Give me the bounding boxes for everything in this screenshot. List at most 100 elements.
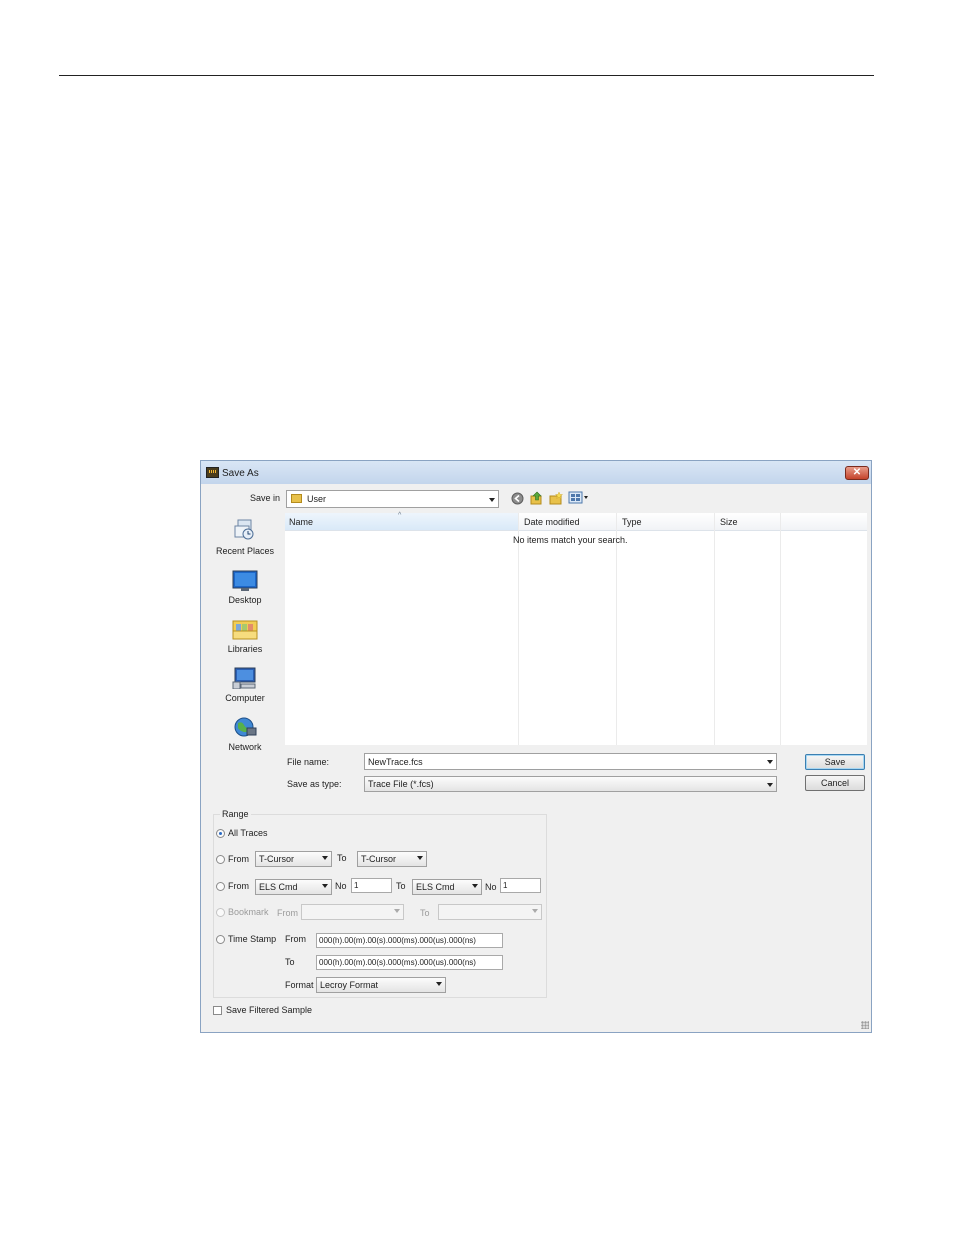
column-divider (780, 513, 781, 745)
els-to-value: ELS Cmd (416, 882, 455, 892)
back-icon[interactable] (511, 492, 524, 505)
place-label: Libraries (227, 644, 263, 654)
timestamp-to-label: To (285, 957, 295, 967)
place-label: Recent Places (215, 546, 275, 556)
title-bar[interactable]: Save As ✕ (201, 461, 871, 484)
els-range-radio[interactable] (216, 882, 225, 891)
place-desktop[interactable]: Desktop (206, 569, 284, 609)
save-filtered-checkbox[interactable] (213, 1006, 222, 1015)
els-from-select[interactable]: ELS Cmd (255, 879, 332, 895)
recent-places-icon (234, 519, 254, 540)
els-from-no-label: No (335, 881, 347, 891)
network-icon (234, 717, 257, 737)
place-computer[interactable]: Computer (206, 667, 284, 707)
bookmark-to-label: To (420, 908, 430, 918)
file-name-input[interactable]: NewTrace.fcs (364, 753, 777, 770)
format-select[interactable]: Lecroy Format (316, 977, 446, 993)
column-divider (616, 513, 617, 745)
dialog-title: Save As (222, 468, 259, 479)
place-label: Desktop (228, 595, 262, 605)
save-button[interactable]: Save (805, 754, 865, 770)
bookmark-label: Bookmark (228, 907, 269, 917)
column-header-type[interactable]: Type (622, 517, 642, 527)
els-from-no-input[interactable]: 1 (351, 878, 392, 893)
chevron-down-icon (472, 884, 478, 888)
els-to-no-value: 1 (503, 881, 508, 890)
save-in-combo[interactable]: User (286, 490, 499, 508)
els-from-label: From (228, 881, 249, 891)
column-header-name[interactable]: Name (289, 517, 313, 527)
new-folder-icon[interactable] (549, 491, 563, 505)
cursor-to-value: T-Cursor (361, 854, 397, 864)
resize-grip[interactable] (861, 1021, 869, 1029)
all-traces-label: All Traces (228, 828, 268, 838)
chevron-down-icon (394, 909, 400, 913)
timestamp-from-input[interactable]: 000(h).00(m).00(s).000(ms).000(us).000(n… (316, 933, 503, 948)
sort-up-icon: ^ (398, 512, 402, 519)
save-as-type-select[interactable]: Trace File (*.fcs) (364, 776, 777, 792)
timestamp-radio[interactable] (216, 935, 225, 944)
bookmark-radio[interactable] (216, 908, 225, 917)
chevron-down-icon (532, 909, 538, 913)
chevron-down-icon (436, 982, 442, 986)
empty-message: No items match your search. (513, 535, 628, 545)
column-header-size[interactable]: Size (720, 517, 738, 527)
timestamp-to-value: 000(h).00(m).00(s).000(ms).000(us).000(n… (319, 958, 476, 967)
save-as-type-value: Trace File (*.fcs) (368, 779, 434, 789)
place-network[interactable]: Network (206, 716, 284, 756)
timestamp-label: Time Stamp (228, 934, 277, 944)
app-icon (206, 467, 219, 478)
els-from-value: ELS Cmd (259, 882, 298, 892)
column-divider (518, 513, 519, 745)
column-header-date-modified[interactable]: Date modified (524, 517, 580, 527)
timestamp-to-input[interactable]: 000(h).00(m).00(s).000(ms).000(us).000(n… (316, 955, 503, 970)
timestamp-from-value: 000(h).00(m).00(s).000(ms).000(us).000(n… (319, 936, 476, 945)
name-column-highlight (285, 513, 519, 530)
els-to-label: To (396, 881, 406, 891)
cursor-to-select[interactable]: T-Cursor (357, 851, 427, 867)
save-as-dialog: Save As ✕ Save in User Recent Places Des… (200, 460, 872, 1033)
place-label: Network (228, 742, 262, 752)
file-name-value: NewTrace.fcs (368, 757, 423, 767)
cursor-range-radio[interactable] (216, 855, 225, 864)
close-button[interactable]: ✕ (845, 466, 869, 480)
format-value: Lecroy Format (320, 980, 379, 990)
save-in-label: Save in (250, 493, 281, 503)
places-bar: Recent Places Desktop Libraries Computer… (206, 513, 284, 793)
cursor-from-label: From (228, 854, 249, 864)
all-traces-radio[interactable] (216, 829, 225, 838)
place-label: Computer (225, 693, 265, 703)
bookmark-to-select[interactable] (438, 904, 542, 920)
file-list[interactable]: ^ Name Date modified Type Size No items … (285, 512, 867, 745)
desktop-icon (232, 570, 258, 591)
chevron-down-icon (767, 760, 773, 764)
bookmark-from-label: From (277, 908, 298, 918)
els-to-select[interactable]: ELS Cmd (412, 879, 482, 895)
chevron-down-icon (767, 783, 773, 787)
cursor-to-label: To (337, 853, 347, 863)
place-recent-places[interactable]: Recent Places (206, 518, 284, 558)
bookmark-from-select[interactable] (301, 904, 404, 920)
views-menu-icon[interactable] (568, 491, 590, 504)
cursor-from-select[interactable]: T-Cursor (255, 851, 332, 867)
save-as-type-label: Save as type: (287, 779, 342, 789)
cancel-button[interactable]: Cancel (805, 775, 865, 791)
file-name-label: File name: (287, 757, 330, 767)
libraries-icon (232, 620, 258, 640)
chevron-down-icon (322, 856, 328, 860)
page-header-rule (59, 75, 874, 76)
up-folder-icon[interactable] (530, 491, 543, 505)
els-to-no-label: No (485, 882, 497, 892)
column-divider (714, 513, 715, 745)
folder-icon (291, 494, 302, 503)
chevron-down-icon (417, 856, 423, 860)
cursor-from-value: T-Cursor (259, 854, 295, 864)
chevron-down-icon (489, 498, 495, 502)
els-to-no-input[interactable]: 1 (500, 878, 541, 893)
els-from-no-value: 1 (354, 881, 359, 890)
computer-icon (232, 667, 256, 689)
range-group-label: Range (220, 809, 251, 819)
save-filtered-label: Save Filtered Sample (226, 1005, 313, 1015)
chevron-down-icon (322, 884, 328, 888)
place-libraries[interactable]: Libraries (206, 618, 284, 658)
